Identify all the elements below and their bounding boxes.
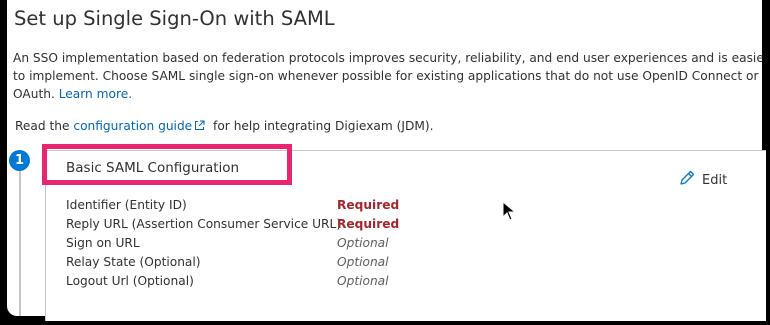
field-status: Optional [337, 236, 389, 250]
field-status: Required [337, 217, 400, 231]
page-title: Set up Single Sign-On with SAML [14, 7, 335, 30]
configuration-guide-link[interactable]: configuration guide [73, 119, 192, 133]
configuration-guide-line: Read the configuration guide for help in… [15, 119, 434, 133]
field-label: Sign on URL [66, 236, 140, 250]
field-status: Optional [337, 274, 389, 288]
edit-button[interactable]: Edit [678, 169, 727, 191]
step-number-badge: 1 [9, 150, 30, 171]
field-label: Reply URL (Assertion Consumer Service UR… [66, 217, 342, 231]
mouse-pointer-icon [502, 200, 517, 221]
intro-paragraph: An SSO implementation based on federatio… [13, 49, 762, 103]
external-link-icon [194, 120, 205, 131]
read-prefix: Read the [15, 119, 74, 133]
field-status: Required [337, 198, 400, 212]
read-suffix: for help integrating Digiexam (JDM). [209, 119, 434, 133]
step-connector-line [19, 171, 21, 316]
edit-label: Edit [702, 172, 728, 188]
field-label: Logout Url (Optional) [66, 274, 194, 288]
field-label: Relay State (Optional) [66, 255, 201, 269]
learn-more-link[interactable]: Learn more. [59, 87, 132, 101]
field-status: Optional [337, 255, 389, 269]
field-label: Identifier (Entity ID) [66, 198, 187, 212]
section-title: Basic SAML Configuration [66, 160, 240, 176]
pencil-icon [678, 169, 696, 191]
